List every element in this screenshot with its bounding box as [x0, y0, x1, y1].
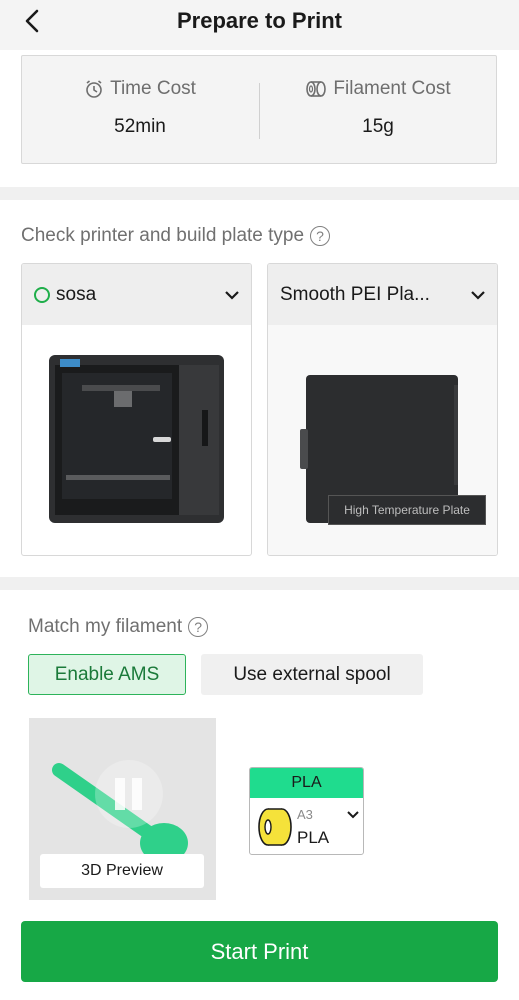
start-print-button[interactable]: Start Print [21, 921, 498, 982]
3d-preview-label[interactable]: 3D Preview [40, 854, 204, 888]
ams-slot: A3 [297, 807, 313, 822]
printer-card[interactable]: sosa [21, 263, 252, 556]
enable-ams-button[interactable]: Enable AMS [28, 654, 186, 695]
model-preview[interactable]: 3D Preview [29, 718, 216, 900]
page-title: Prepare to Print [176, 8, 343, 33]
plate-card[interactable]: Smooth PEI Pla... High Temperature Plate [267, 263, 498, 556]
filament-spool-icon [306, 81, 327, 97]
filament-spool-icon [258, 808, 292, 846]
filament-cost-value: 15g [362, 116, 394, 137]
chevron-down-icon[interactable] [347, 810, 359, 819]
filament-mapping-card[interactable]: PLA A3 PLA [249, 767, 364, 855]
time-cost: Time Cost 52min [22, 78, 258, 138]
time-cost-label: Time Cost [110, 78, 196, 99]
printer-section-title: Check printer and build plate type ? [21, 225, 331, 247]
time-cost-value: 52min [114, 116, 166, 137]
printer-name: sosa [56, 283, 97, 305]
plate-name: Smooth PEI Pla... [280, 283, 430, 305]
online-status-icon [34, 286, 50, 303]
filament-section-title: Match my filament ? [28, 616, 209, 638]
printer-image [22, 325, 251, 555]
plate-image: High Temperature Plate [268, 325, 497, 555]
filament-type-header: PLA [250, 768, 363, 798]
help-icon[interactable]: ? [188, 617, 209, 637]
plate-label: High Temperature Plate [328, 495, 486, 525]
filament-cost-label: Filament Cost [333, 78, 451, 99]
filament-cost: Filament Cost 15g [260, 78, 496, 138]
filament-section-label: Match my filament [28, 616, 183, 637]
filament-type: PLA [297, 828, 330, 847]
printer-section-label: Check printer and build plate type [21, 225, 305, 246]
chevron-down-icon [471, 290, 485, 300]
external-spool-button[interactable]: Use external spool [201, 654, 423, 695]
help-icon[interactable]: ? [310, 226, 331, 246]
pause-overlay [95, 760, 163, 828]
plate-selector[interactable]: Smooth PEI Pla... [268, 264, 497, 325]
printer-selector[interactable]: sosa [22, 264, 251, 325]
printer-illustration [49, 355, 224, 523]
pause-icon [115, 778, 125, 810]
section-separator [0, 577, 519, 590]
alarm-clock-icon [86, 80, 102, 98]
section-separator [0, 187, 519, 200]
cost-summary: Time Cost 52min Filament Cost 15g [21, 55, 497, 164]
chevron-down-icon [225, 290, 239, 300]
